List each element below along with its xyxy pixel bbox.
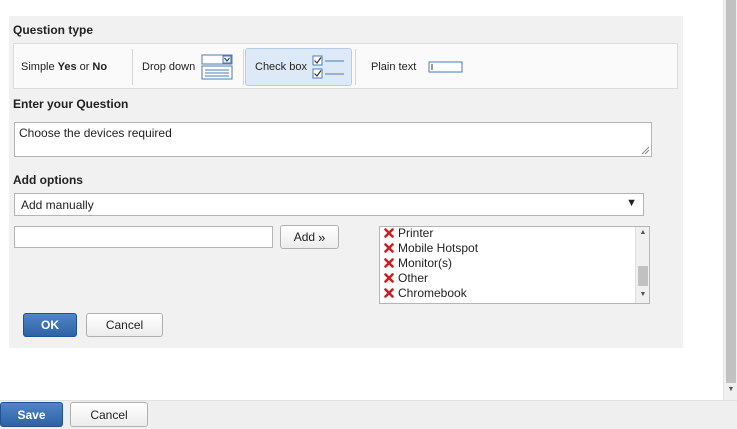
question-textarea[interactable]: Choose the devices required	[14, 122, 652, 157]
add-options-mode-value: Add manually	[21, 198, 94, 212]
type-divider	[132, 49, 133, 85]
scrollbar-thumb[interactable]	[638, 266, 648, 286]
list-item: Chromebook	[384, 285, 467, 300]
add-option-label: Add	[293, 230, 316, 244]
question-type-title: Question type	[13, 23, 94, 37]
list-item: Mobile Hotspot	[384, 240, 478, 255]
save-button[interactable]: Save	[0, 402, 63, 427]
list-item: Monitor(s)	[384, 255, 452, 270]
cancel-button[interactable]: Cancel	[86, 313, 163, 337]
page-scrollbar[interactable]: ▼	[723, 0, 737, 400]
scroll-down-icon[interactable]: ▼	[636, 289, 649, 301]
double-chevron-right-icon: »	[318, 229, 326, 245]
question-type-simple[interactable]: Simple Yes or No	[21, 48, 110, 86]
question-type-dropdown[interactable]: Drop down	[142, 48, 233, 86]
checkbox-type-icon	[312, 55, 344, 79]
remove-icon[interactable]	[384, 257, 394, 268]
question-type-plaintext[interactable]: Plain text	[371, 48, 464, 86]
remove-icon[interactable]	[384, 242, 394, 253]
page-scrollbar-thumb[interactable]	[726, 0, 736, 383]
footer-cancel-button[interactable]: Cancel	[70, 402, 148, 427]
list-item: Printer	[384, 227, 433, 240]
footer-bar: Save Cancel	[0, 400, 737, 429]
list-item: Other	[384, 270, 428, 285]
scroll-down-icon[interactable]: ▼	[724, 386, 737, 396]
question-type-checkbox[interactable]: Check box	[245, 48, 352, 86]
add-option-button[interactable]: Add »	[280, 225, 339, 249]
question-editor-panel: Question type Simple Yes or No Drop down…	[9, 16, 683, 348]
scroll-up-icon[interactable]: ▲	[636, 227, 649, 239]
add-options-mode-select[interactable]: Add manually ▼	[14, 193, 644, 216]
options-list-scrollbar[interactable]: ▲ ▼	[635, 227, 649, 303]
add-options-title: Add options	[13, 173, 83, 187]
question-type-selector: Simple Yes or No Drop down Check box Pla…	[13, 43, 678, 89]
question-title: Enter your Question	[13, 97, 129, 111]
remove-icon[interactable]	[384, 227, 394, 238]
plaintext-type-icon	[428, 61, 463, 73]
remove-icon[interactable]	[384, 287, 394, 298]
option-text-input[interactable]	[14, 226, 273, 248]
ok-button[interactable]: OK	[23, 313, 77, 337]
triangle-down-icon: ▼	[626, 197, 637, 209]
resize-grip-icon[interactable]	[641, 146, 650, 155]
type-divider	[355, 49, 356, 85]
remove-icon[interactable]	[384, 272, 394, 283]
question-text: Choose the devices required	[19, 126, 172, 140]
type-divider	[243, 49, 244, 85]
dropdown-type-icon	[201, 54, 233, 80]
options-list[interactable]: Printer Mobile Hotspot Monitor(s) Other …	[379, 226, 650, 304]
